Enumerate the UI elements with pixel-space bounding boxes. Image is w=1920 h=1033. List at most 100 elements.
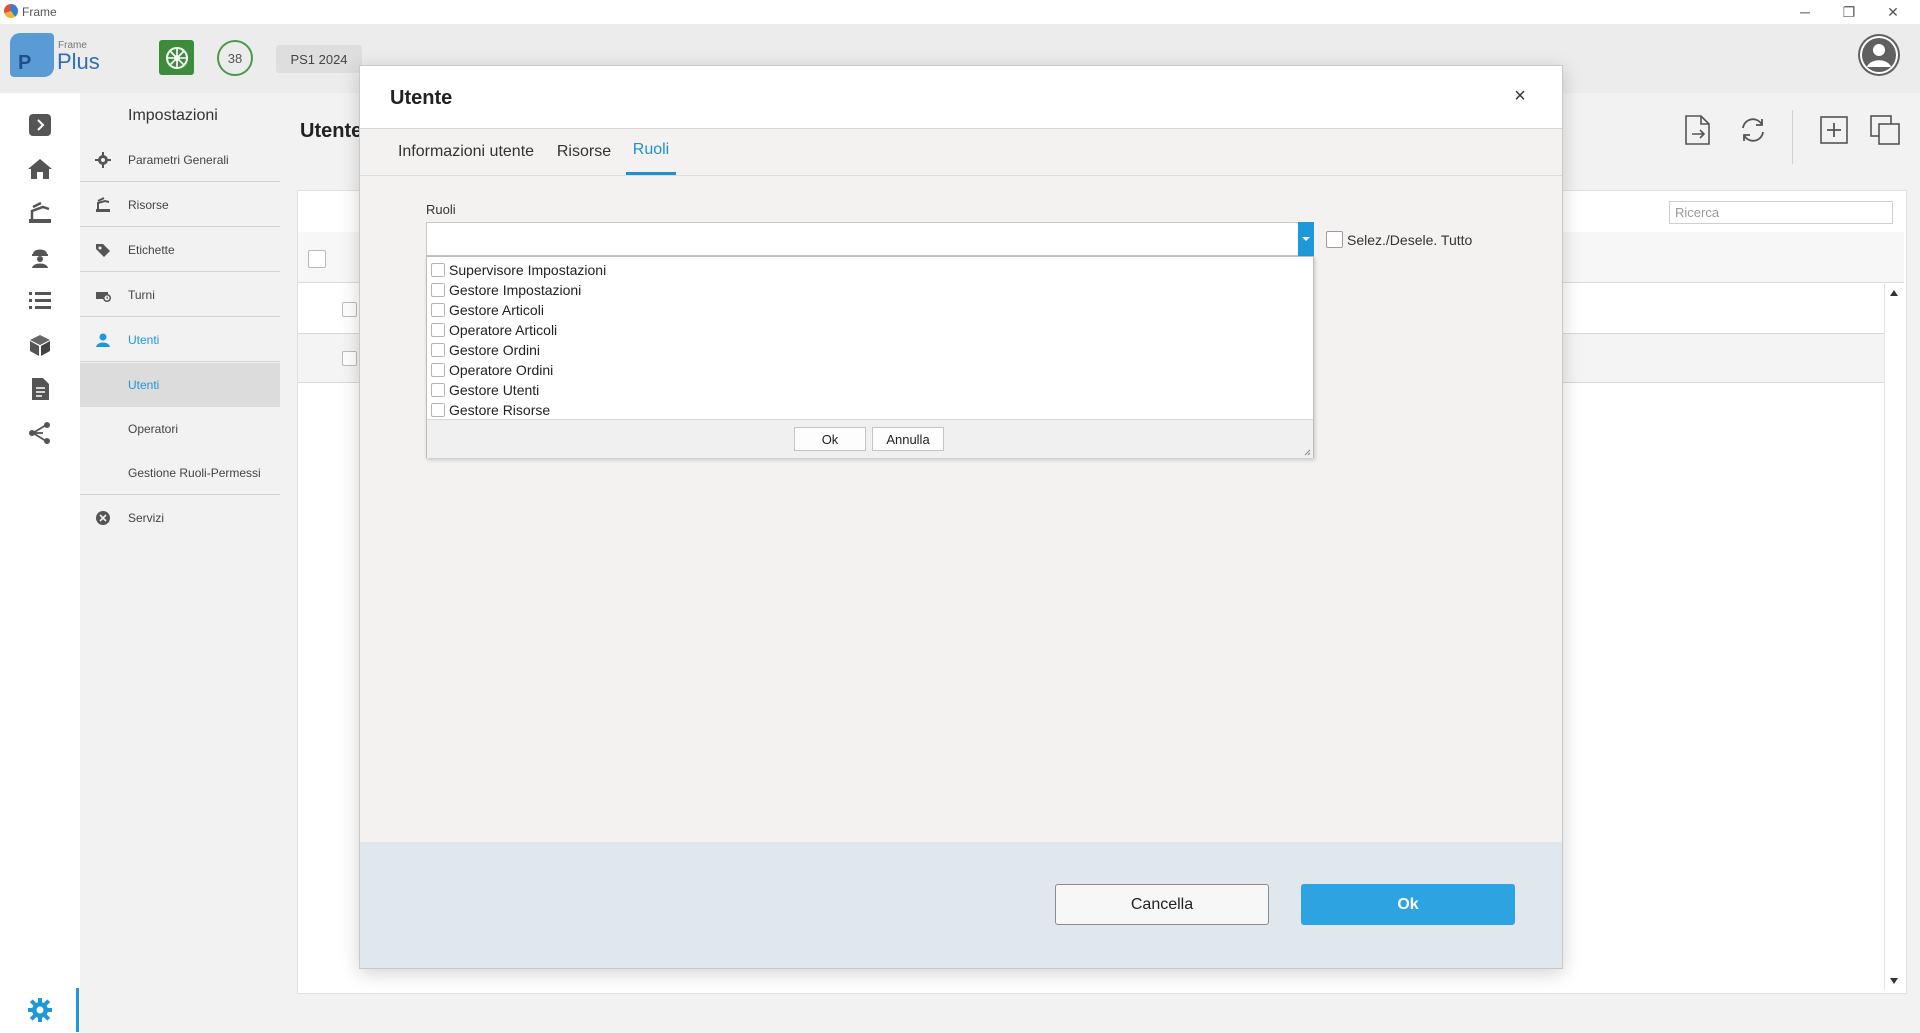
dropdown-ok-button[interactable]: Ok: [794, 427, 866, 451]
dropdown-cancel-button[interactable]: Annulla: [872, 427, 944, 451]
role-checkbox[interactable]: [431, 403, 445, 417]
machine-icon[interactable]: [25, 198, 55, 228]
menu-item-etichette[interactable]: Etichette: [80, 228, 280, 272]
list-item[interactable]: Operatore Ordini: [427, 360, 1307, 380]
plant-badge[interactable]: [159, 40, 194, 75]
tag-icon: [94, 241, 112, 259]
row-checkbox[interactable]: [342, 302, 357, 317]
role-label: Operatore Articoli: [449, 322, 558, 338]
operator-icon[interactable]: [25, 242, 55, 272]
scroll-up-icon[interactable]: [1890, 290, 1898, 296]
role-label: Gestore Impostazioni: [449, 282, 582, 298]
role-checkbox[interactable]: [431, 263, 445, 277]
select-all-label[interactable]: Selez./Desele. Tutto: [1347, 232, 1472, 248]
select-all-checkbox[interactable]: [1326, 231, 1343, 248]
logo-text-big: Plus: [57, 49, 100, 74]
role-label: Gestore Ordini: [449, 342, 541, 358]
dropdown-toggle[interactable]: [1298, 222, 1314, 256]
grid-scrollbar[interactable]: [1884, 284, 1905, 990]
tab-informazioni-utente[interactable]: Informazioni utente: [396, 128, 536, 175]
count-badge[interactable]: 38: [217, 40, 253, 76]
role-checkbox[interactable]: [431, 283, 445, 297]
close-icon[interactable]: ×: [1507, 83, 1533, 109]
role-label: Gestore Risorse: [449, 402, 551, 418]
role-label: Supervisore Impostazioni: [449, 262, 607, 278]
dialog-tabs: Informazioni utente Risorse Ruoli: [360, 128, 1562, 176]
menu-item-risorse[interactable]: Risorse: [80, 183, 280, 227]
role-checkbox[interactable]: [431, 323, 445, 337]
nav-rail: [0, 93, 80, 1033]
roles-field-label: Ruoli: [426, 202, 456, 217]
shift-icon: [94, 286, 112, 304]
restore-button[interactable]: ❐: [1826, 0, 1872, 24]
page-title: Utente: [300, 120, 363, 142]
menu-item-label: Turni: [128, 288, 155, 302]
dropdown-footer: Ok Annulla: [427, 419, 1313, 458]
submenu-item-gestione-ruoli-permessi[interactable]: Gestione Ruoli-Permessi: [80, 451, 280, 495]
role-checkbox[interactable]: [431, 303, 445, 317]
role-label: Operatore Ordini: [449, 362, 554, 378]
list-item[interactable]: Supervisore Impostazioni: [427, 260, 1307, 280]
list-item[interactable]: Gestore Risorse: [427, 400, 1307, 420]
tab-risorse[interactable]: Risorse: [556, 128, 612, 175]
document-icon[interactable]: [25, 374, 55, 404]
role-label: Gestore Utenti: [449, 382, 540, 398]
box-icon[interactable]: [25, 330, 55, 360]
period-chip[interactable]: PS1 2024: [276, 45, 362, 73]
submenu-item-utenti[interactable]: Utenti: [80, 363, 280, 407]
user-avatar[interactable]: [1858, 34, 1900, 76]
list-item[interactable]: Gestore Utenti: [427, 380, 1307, 400]
toolbar-divider: [1792, 110, 1793, 164]
menu-item-servizi[interactable]: Servizi: [80, 496, 280, 540]
ok-button[interactable]: Ok: [1301, 884, 1515, 925]
logo-mark: [10, 33, 54, 77]
list-item[interactable]: Gestore Ordini: [427, 340, 1307, 360]
settings-icon[interactable]: [25, 995, 55, 1025]
window-close-button[interactable]: ✕: [1870, 0, 1916, 24]
refresh-icon[interactable]: [1735, 112, 1771, 148]
export-icon[interactable]: [1680, 112, 1716, 148]
roles-dropdown-list: Supervisore Impostazioni Gestore Imposta…: [426, 256, 1314, 458]
menu-item-parametri-generali[interactable]: Parametri Generali: [80, 138, 280, 182]
row-checkbox[interactable]: [342, 351, 357, 366]
minimize-button[interactable]: ─: [1782, 0, 1828, 24]
role-checkbox[interactable]: [431, 343, 445, 357]
select-all-rows-checkbox[interactable]: [308, 250, 326, 268]
user-dialog: Utente × Informazioni utente Risorse Ruo…: [359, 65, 1563, 969]
list-item[interactable]: Gestore Articoli: [427, 300, 1307, 320]
gear-icon: [94, 151, 112, 169]
cancel-button[interactable]: Cancella: [1055, 884, 1269, 925]
user-icon: [1860, 36, 1898, 74]
role-checkbox[interactable]: [431, 383, 445, 397]
home-icon[interactable]: [25, 154, 55, 184]
list-icon[interactable]: [25, 286, 55, 316]
menu-item-utenti[interactable]: Utenti: [80, 318, 280, 362]
menu-item-label: Parametri Generali: [128, 153, 229, 167]
scroll-down-icon[interactable]: [1890, 978, 1898, 984]
chevron-down-icon: [1302, 237, 1310, 241]
duplicate-icon[interactable]: [1867, 112, 1903, 148]
wheel-icon: [165, 46, 188, 69]
list-item[interactable]: Operatore Articoli: [427, 320, 1307, 340]
app-icon: [4, 4, 18, 18]
role-checkbox[interactable]: [431, 363, 445, 377]
active-indicator: [76, 988, 79, 1032]
logo-letter: P: [18, 52, 32, 74]
menu-item-turni[interactable]: Turni: [80, 273, 280, 317]
search-input[interactable]: [1669, 201, 1893, 224]
roles-combobox[interactable]: [426, 222, 1314, 256]
resize-grip-icon[interactable]: [1303, 448, 1311, 456]
expand-icon[interactable]: [25, 110, 55, 140]
tab-ruoli[interactable]: Ruoli: [626, 128, 676, 175]
submenu-item-operatori[interactable]: Operatori: [80, 407, 280, 451]
list-item[interactable]: Gestore Impostazioni: [427, 280, 1307, 300]
role-label: Gestore Articoli: [449, 302, 544, 318]
close-circle-icon: [94, 509, 112, 527]
add-icon[interactable]: [1816, 112, 1852, 148]
dialog-title: Utente: [390, 87, 453, 109]
window-title: Frame: [22, 5, 57, 19]
user-icon: [94, 331, 112, 349]
share-icon[interactable]: [25, 418, 55, 448]
window-title-bar: Frame ─ ❐ ✕: [0, 0, 1920, 24]
menu-item-label: Utenti: [128, 333, 160, 347]
